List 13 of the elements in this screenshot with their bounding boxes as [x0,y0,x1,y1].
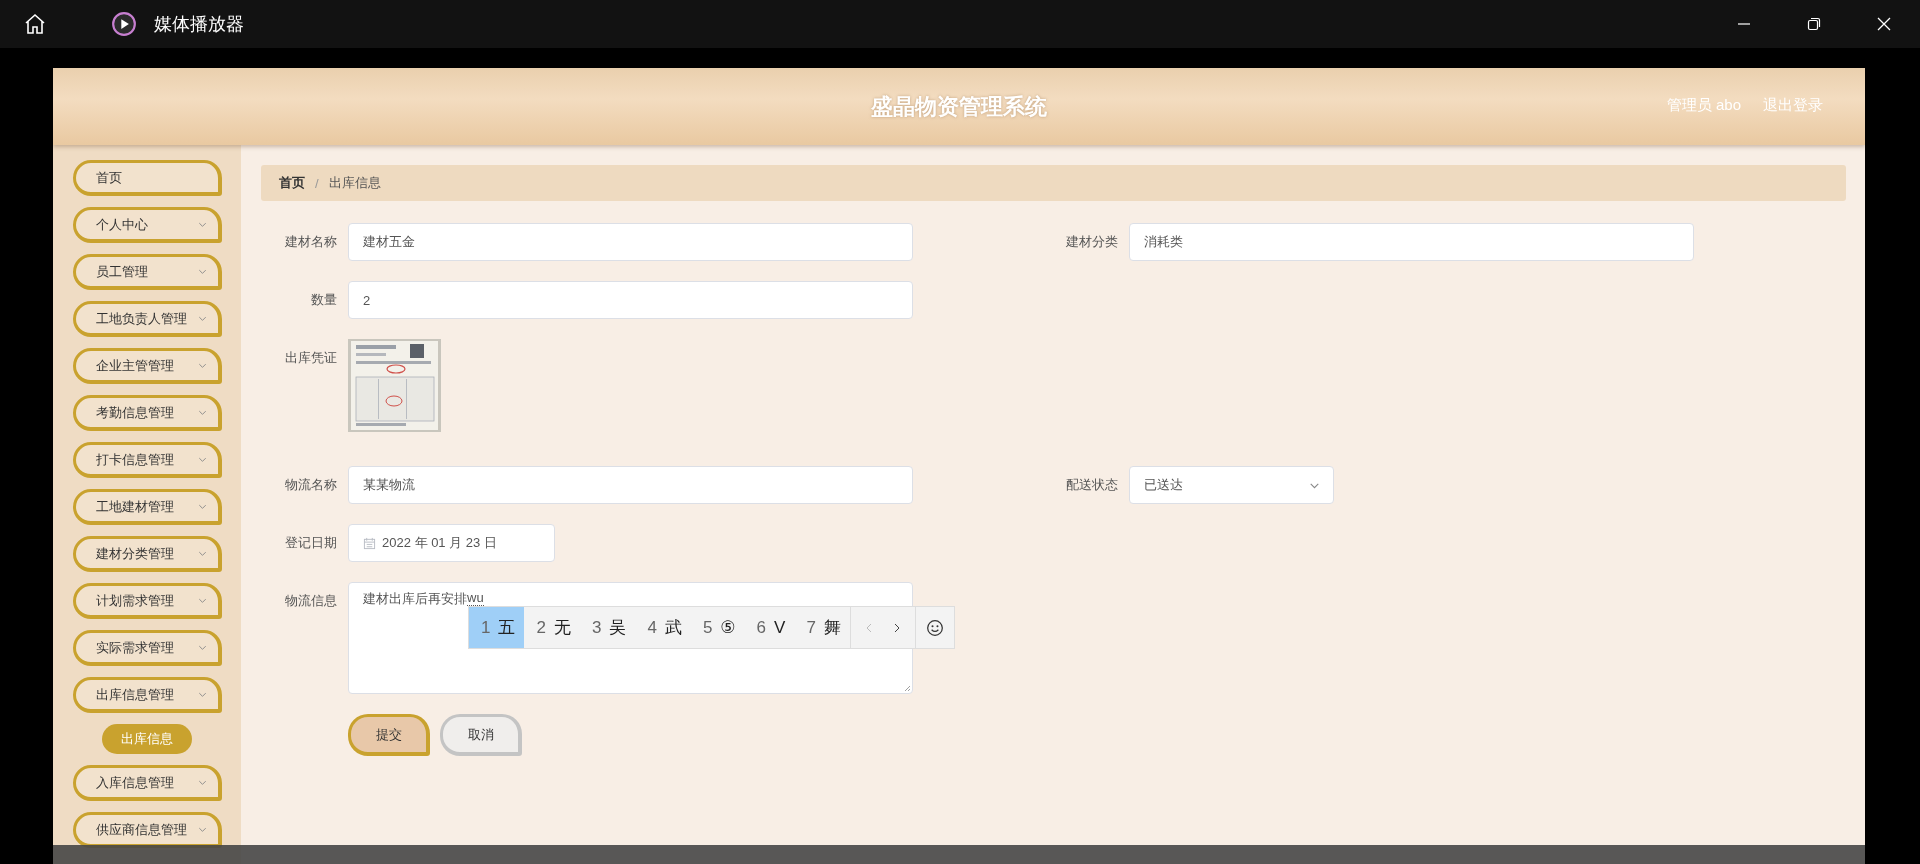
field-label: 建材分类 [1065,233,1118,251]
field-label: 物流名称 [284,476,337,494]
field-label: 数量 [310,291,337,309]
user-name: 管理员 abo [1666,96,1741,115]
window-title: 媒体播放器 [154,13,244,36]
app-title: 盛晶物资管理系统 [871,92,1047,121]
breadcrumb-separator: / [315,175,319,191]
breadcrumb-current: 出库信息 [328,174,381,192]
field-label: 建材名称 [284,233,337,251]
field-label: 物流信息 [284,592,337,610]
field-label: 出库凭证 [284,349,337,367]
field-label: 登记日期 [284,534,337,552]
field-label: 配送状态 [1065,476,1118,494]
